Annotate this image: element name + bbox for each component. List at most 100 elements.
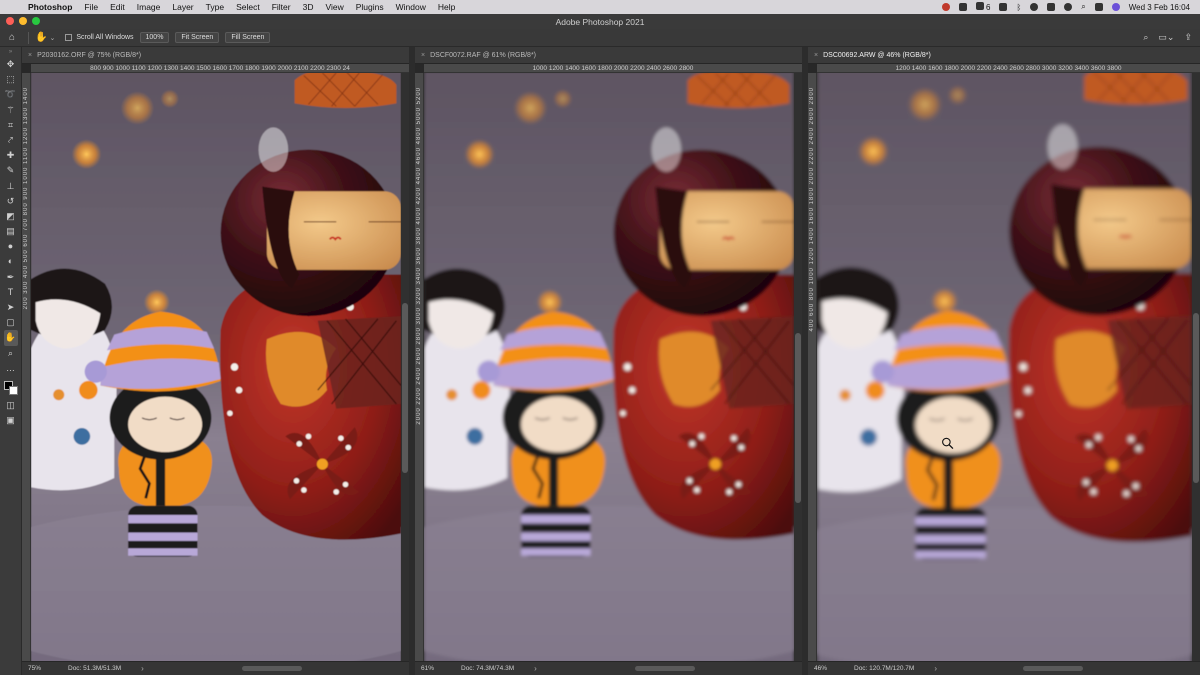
edit-toolbar-icon[interactable]: …	[4, 361, 18, 376]
image-canvas[interactable]	[424, 73, 794, 661]
zoom-level[interactable]: 75%	[22, 665, 62, 672]
workspace-switcher-icon[interactable]: ▭⌄	[1158, 32, 1174, 43]
home-icon[interactable]: ⌂	[0, 32, 24, 43]
menu-bar-clock[interactable]: Wed 3 Feb 16:04	[1129, 3, 1190, 12]
wifi-icon[interactable]	[1030, 3, 1039, 11]
vertical-scrollbar[interactable]	[1192, 73, 1200, 661]
horizontal-scrollbar-thumb[interactable]	[242, 666, 302, 671]
move-tool-icon[interactable]: ✥	[4, 57, 18, 72]
screen-mode-icon[interactable]: ▣	[4, 413, 18, 428]
crop-tool-icon[interactable]: ⌗	[4, 118, 18, 133]
close-tab-icon[interactable]: ×	[808, 52, 823, 59]
options-right-group: ⌕ ▭⌄ ⇪	[1143, 32, 1200, 43]
color-swatches[interactable]	[3, 380, 19, 398]
hand-tool-preset-icon[interactable]: ✋	[33, 32, 49, 43]
clone-stamp-tool-icon[interactable]: ⊥	[4, 179, 18, 194]
menu-filter[interactable]: Filter	[266, 2, 297, 12]
document-window-dscf0072[interactable]: × DSCF0072.RAF @ 61% (RGB/8*) 1000 1200 …	[415, 47, 802, 675]
document-tab-label: DSC00692.ARW @ 46% (RGB/8*)	[823, 51, 931, 59]
zoom-100-button[interactable]: 100%	[139, 32, 170, 43]
menu-file[interactable]: File	[78, 2, 104, 12]
horizontal-ruler: 1200 1400 1600 1800 2000 2200 2400 2600 …	[817, 64, 1200, 73]
zoom-level[interactable]: 46%	[808, 665, 848, 672]
share-icon[interactable]: ⇪	[1184, 32, 1192, 43]
close-tab-icon[interactable]: ×	[22, 52, 37, 59]
menu-3d[interactable]: 3D	[297, 2, 320, 12]
scroll-all-windows-checkbox[interactable]	[65, 34, 73, 41]
spotlight-search-icon[interactable]: ⌕	[1081, 2, 1085, 12]
creative-cloud-icon[interactable]	[941, 3, 950, 11]
siri-icon[interactable]	[1111, 3, 1120, 11]
status-menu-arrow-icon[interactable]: ›	[121, 664, 144, 673]
menu-help[interactable]: Help	[432, 2, 461, 12]
scrollbar-thumb[interactable]	[402, 303, 408, 473]
menu-edit[interactable]: Edit	[104, 2, 131, 12]
dodge-tool-icon[interactable]: ◐	[4, 254, 18, 269]
horizontal-scrollbar-thumb[interactable]	[1023, 666, 1083, 671]
document-window-p2030162[interactable]: × P2030162.ORF @ 75% (RGB/8*) 800 900 10…	[22, 47, 409, 675]
close-window-button[interactable]	[6, 17, 14, 25]
menu-plugins[interactable]: Plugins	[350, 2, 390, 12]
lasso-tool-icon[interactable]: ➰	[4, 87, 18, 102]
zoom-window-button[interactable]	[32, 17, 40, 25]
search-icon[interactable]: ⌕	[1143, 32, 1148, 43]
photo-kokeshi-dolls	[31, 73, 401, 661]
scrollbar-thumb[interactable]	[1193, 313, 1199, 483]
photo-kokeshi-dolls	[424, 73, 794, 661]
bluetooth-dropbox-icon[interactable]	[958, 3, 967, 11]
hand-tool-icon[interactable]: ✋	[3, 330, 18, 346]
gradient-tool-icon[interactable]: ▤	[4, 224, 18, 239]
minimize-window-button[interactable]	[19, 17, 27, 25]
marquee-tool-icon[interactable]: ⬚	[4, 72, 18, 87]
menu-select[interactable]: Select	[230, 2, 266, 12]
eraser-tool-icon[interactable]: ◩	[4, 209, 18, 224]
status-menu-arrow-icon[interactable]: ›	[914, 664, 937, 673]
horizontal-scrollbar-thumb[interactable]	[635, 666, 695, 671]
eyedropper-tool-icon[interactable]: ⤤	[4, 133, 18, 148]
fit-screen-button[interactable]: Fit Screen	[175, 32, 220, 43]
time-machine-icon[interactable]	[1064, 3, 1073, 11]
menu-bar-status-area: 6 ᛒ ⌕ Wed 3 Feb 16:04	[941, 2, 1200, 12]
blur-tool-icon[interactable]: ●	[4, 239, 18, 254]
cloud-icon[interactable]	[999, 3, 1008, 11]
fill-screen-button[interactable]: Fill Screen	[225, 32, 271, 43]
magic-wand-tool-icon[interactable]: ⚚	[4, 103, 18, 118]
document-tab-active[interactable]: × DSC00692.ARW @ 46% (RGB/8*)	[808, 47, 1200, 64]
menu-app-photoshop[interactable]: Photoshop	[22, 2, 78, 12]
menu-layer[interactable]: Layer	[166, 2, 199, 12]
type-tool-icon[interactable]: T	[4, 285, 18, 300]
horizontal-ruler: 1000 1200 1400 1600 1800 2000 2200 2400 …	[424, 64, 802, 73]
brush-tool-icon[interactable]: ✎	[4, 163, 18, 178]
status-menu-arrow-icon[interactable]: ›	[514, 664, 537, 673]
zoom-level[interactable]: 61%	[415, 665, 455, 672]
path-selection-tool-icon[interactable]: ➤	[4, 300, 18, 315]
pen-tool-icon[interactable]: ✒	[4, 270, 18, 285]
spot-healing-tool-icon[interactable]: ✚	[4, 148, 18, 163]
close-tab-icon[interactable]: ×	[415, 52, 430, 59]
control-center-icon[interactable]	[1094, 3, 1103, 11]
image-canvas[interactable]	[817, 73, 1192, 661]
vertical-ruler: 2000 2200 2400 2600 2800 3000 3200 3400 …	[415, 73, 424, 661]
history-brush-tool-icon[interactable]: ↺	[4, 194, 18, 209]
menu-window[interactable]: Window	[390, 2, 432, 12]
image-canvas[interactable]	[31, 73, 401, 661]
panel-grip-icon[interactable]: »	[9, 49, 12, 57]
menu-type[interactable]: Type	[200, 2, 230, 12]
notification-badge[interactable]: 6	[975, 2, 990, 12]
battery-icon[interactable]	[1047, 3, 1056, 11]
quick-mask-icon[interactable]: ◫	[4, 398, 18, 413]
bluetooth-icon[interactable]: ᛒ	[1016, 3, 1021, 12]
window-controls	[6, 17, 40, 25]
scrollbar-thumb[interactable]	[795, 333, 801, 503]
chevron-down-icon[interactable]: ⌄	[49, 34, 59, 42]
document-tab[interactable]: × DSCF0072.RAF @ 61% (RGB/8*)	[415, 47, 802, 64]
background-color-swatch[interactable]	[8, 385, 18, 395]
rectangle-tool-icon[interactable]: ▢	[4, 315, 18, 330]
vertical-scrollbar[interactable]	[401, 73, 409, 661]
menu-image[interactable]: Image	[131, 2, 167, 12]
menu-view[interactable]: View	[319, 2, 349, 12]
zoom-tool-icon[interactable]: ⌕	[4, 346, 18, 361]
document-tab[interactable]: × P2030162.ORF @ 75% (RGB/8*)	[22, 47, 409, 64]
document-window-dsc00692[interactable]: × DSC00692.ARW @ 46% (RGB/8*) 1200 1400 …	[808, 47, 1200, 675]
vertical-scrollbar[interactable]	[794, 73, 802, 661]
